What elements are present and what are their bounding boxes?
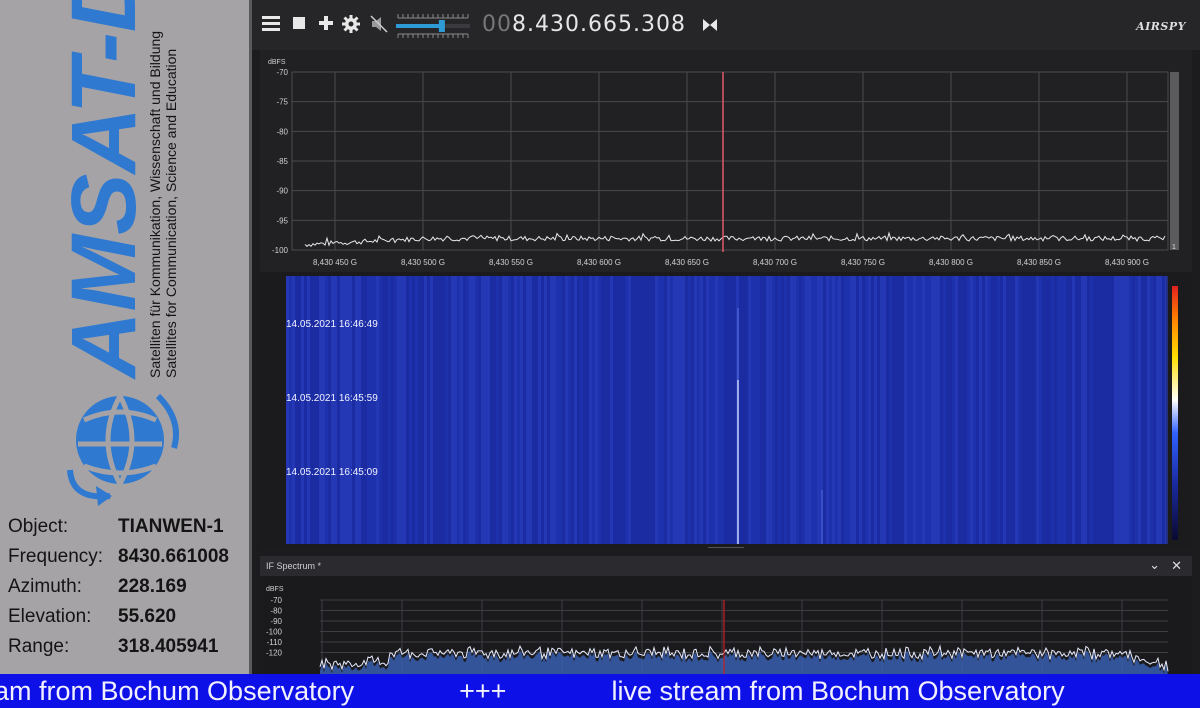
if-spectrum-panel: dBFS -70 -80 -90 -100 -110 -120 [260, 576, 1192, 676]
spectrum-scrollbar[interactable] [1170, 72, 1179, 250]
info-label: Elevation: [8, 606, 92, 627]
globe-icon [67, 393, 179, 506]
station-info-panel: AMSAT-DL Satelliten für Kommunikation, W… [0, 0, 249, 674]
logo-tagline-en: Satellites for Communication, Science an… [163, 49, 179, 378]
logo-tagline-de: Satelliten für Kommunikation, Wissenscha… [147, 31, 163, 378]
x-tick-label: 8,430 800 G [929, 258, 973, 267]
if-y-tick-label: -80 [270, 607, 282, 616]
info-row-object: Object: TIANWEN-1 [8, 516, 224, 542]
waterfall-colorbar [1172, 286, 1178, 540]
info-value: 55.620 [118, 606, 177, 627]
info-label: Azimuth: [8, 576, 82, 597]
close-icon[interactable]: ✕ [1171, 558, 1182, 574]
if-y-tick-label: -100 [266, 628, 283, 637]
main-spectrum-svg: dBFS -70 -75 -80 -85 -90 -95 -100 8,430 450 G 8… [260, 50, 1192, 549]
y-tick-label: -90 [276, 187, 288, 196]
info-value: 318.405941 [118, 636, 219, 657]
volume-slider[interactable] [396, 10, 470, 42]
x-tick-label: 8,430 900 G [1105, 258, 1149, 267]
frequency-prefix: 00 [482, 12, 512, 37]
info-row-azimuth: Azimuth: 228.169 [8, 576, 187, 602]
info-value: 8430.661008 [118, 546, 229, 567]
if-spectrum-title: IF Spectrum * [266, 561, 322, 571]
info-value: TIANWEN-1 [118, 516, 224, 537]
waterfall-timestamp: 14.05.2021 16:45:09 [286, 467, 378, 478]
logo-wordmark: AMSAT-DL [53, 0, 155, 380]
if-spectrum-unit: dBFS [266, 586, 284, 593]
info-label: Object: [8, 516, 69, 537]
y-tick-label: -80 [276, 127, 288, 136]
spectrum-panel: dBFS -70 -75 -80 -85 -90 -95 -100 8,430 450 G 8… [260, 50, 1192, 549]
waterfall-timestamp: 14.05.2021 16:46:49 [286, 319, 378, 330]
info-value: 228.169 [118, 576, 187, 597]
x-tick-label: 8,430 500 G [401, 258, 445, 267]
x-tick-label: 8,430 450 G [313, 258, 357, 267]
airspy-logo: AIRSPY [1136, 20, 1186, 33]
if-spectrum-svg: dBFS -70 -80-90 -100-110 -120 [266, 586, 1169, 676]
gear-icon[interactable] [342, 15, 360, 37]
speaker-muted-icon[interactable] [370, 15, 388, 37]
y-tick-label: -85 [276, 157, 288, 166]
if-y-tick-label: -90 [270, 617, 282, 626]
waterfall[interactable]: 14.05.2021 16:46:49 14.05.2021 16:45:59 … [286, 276, 1168, 544]
ticker-text: am from Bochum Observatory +++ live stre… [0, 676, 1065, 706]
y-tick-label: -100 [272, 246, 289, 255]
x-tick-label: 8,430 600 G [577, 258, 621, 267]
amsat-logo: AMSAT-DL Satelliten für Kommunikation, W… [53, 0, 179, 506]
info-label: Range: [8, 636, 70, 657]
hamburger-icon[interactable] [262, 15, 280, 35]
info-row-range: Range: 318.405941 [8, 636, 218, 662]
if-spectrum-header: IF Spectrum * ⌄ ✕ [260, 556, 1192, 576]
x-tick-label: 8,430 700 G [753, 258, 797, 267]
if-spectrum-y-axis: -70 -80-90 -100-110 -120 [266, 596, 283, 658]
x-tick-label: 8,430 750 G [841, 258, 885, 267]
splitter-handle[interactable] [708, 547, 744, 549]
chevron-down-icon[interactable]: ⌄ [1149, 557, 1160, 573]
x-tick-label: 8,430 650 G [665, 258, 709, 267]
news-ticker: am from Bochum Observatory +++ live stre… [0, 674, 1200, 708]
info-label: Frequency: [8, 546, 104, 567]
sdr-application: 008.430.665.308 AIRSPY dBFS -70 -75 -80 -85… [249, 0, 1200, 676]
volume-thumb[interactable] [438, 20, 445, 32]
bowtie-icon[interactable] [702, 17, 718, 37]
info-row-elevation: Elevation: 55.620 [8, 606, 176, 632]
if-y-tick-label: -120 [266, 649, 283, 658]
x-tick-label: 8,430 550 G [489, 258, 533, 267]
info-row-frequency: Frequency: 8430.661008 [8, 546, 229, 572]
spectrum-unit: dBFS [268, 59, 286, 66]
y-tick-label: -70 [276, 68, 288, 77]
plus-icon[interactable] [318, 15, 334, 35]
x-tick-label: 8,430 850 G [1017, 258, 1061, 267]
frequency-value: 8.430.665.308 [512, 12, 686, 37]
y-tick-label: -75 [276, 98, 288, 107]
if-y-tick-label: -70 [270, 596, 282, 605]
toolbar: 008.430.665.308 AIRSPY [252, 0, 1200, 50]
stop-icon[interactable] [292, 15, 306, 35]
if-y-tick-label: -110 [267, 638, 283, 647]
spectrum-scroll-index: 1 [1172, 244, 1176, 251]
y-tick-label: -95 [276, 216, 288, 225]
waterfall-timestamp: 14.05.2021 16:45:59 [286, 393, 378, 404]
frequency-display[interactable]: 008.430.665.308 [482, 12, 686, 37]
